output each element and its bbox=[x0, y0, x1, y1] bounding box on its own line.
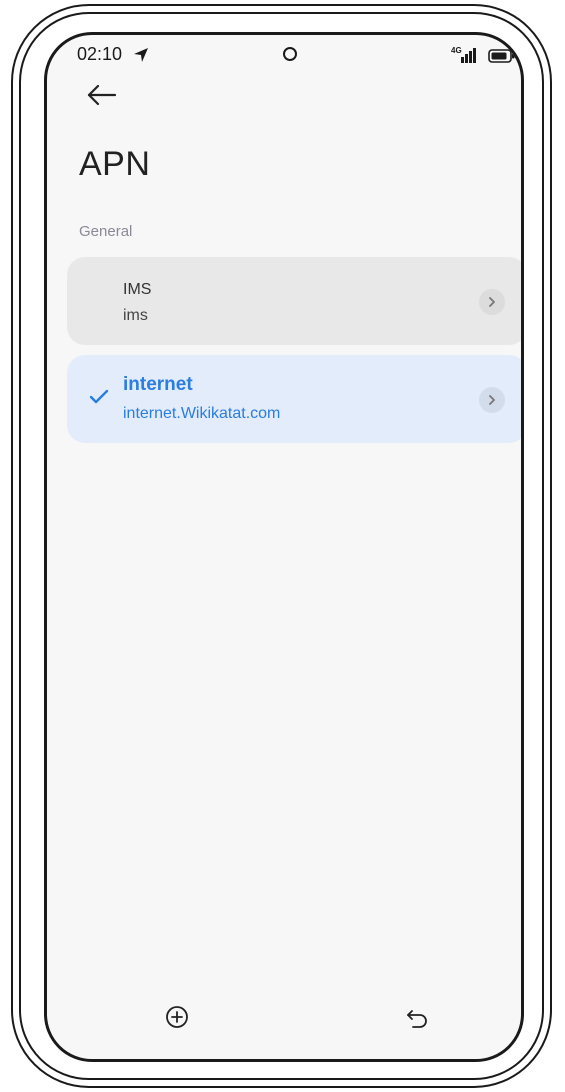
location-arrow-icon bbox=[133, 47, 149, 68]
status-time: 02:10 bbox=[77, 44, 123, 64]
apn-name: IMS bbox=[123, 281, 152, 298]
arrow-left-icon bbox=[87, 84, 117, 106]
apn-item-ims[interactable]: IMS ims bbox=[67, 257, 521, 345]
apn-value: internet.Wikikatat.com bbox=[123, 405, 281, 422]
signal-icon: 4G bbox=[451, 45, 481, 70]
check-icon bbox=[89, 389, 109, 410]
apn-item-internet[interactable]: internet internet.Wikikatat.com bbox=[67, 355, 521, 443]
back-button[interactable] bbox=[85, 79, 121, 111]
reset-to-default-button[interactable] bbox=[403, 1003, 431, 1031]
chevron-right-icon bbox=[479, 387, 505, 413]
front-camera bbox=[283, 47, 297, 61]
section-label-general: General bbox=[79, 223, 133, 240]
status-bar: 02:10 4G bbox=[47, 35, 521, 79]
chevron-right-icon bbox=[479, 289, 505, 315]
phone-screen: 02:10 4G APN General IMS ims internet in… bbox=[44, 32, 524, 1062]
apn-name: internet bbox=[123, 374, 193, 395]
svg-text:4G: 4G bbox=[451, 46, 462, 55]
add-apn-button[interactable] bbox=[163, 1003, 191, 1031]
plus-circle-icon bbox=[166, 1006, 188, 1028]
battery-icon bbox=[488, 49, 516, 68]
apn-value: ims bbox=[123, 307, 148, 324]
undo-icon bbox=[407, 1010, 427, 1028]
page-title: APN bbox=[79, 145, 151, 183]
